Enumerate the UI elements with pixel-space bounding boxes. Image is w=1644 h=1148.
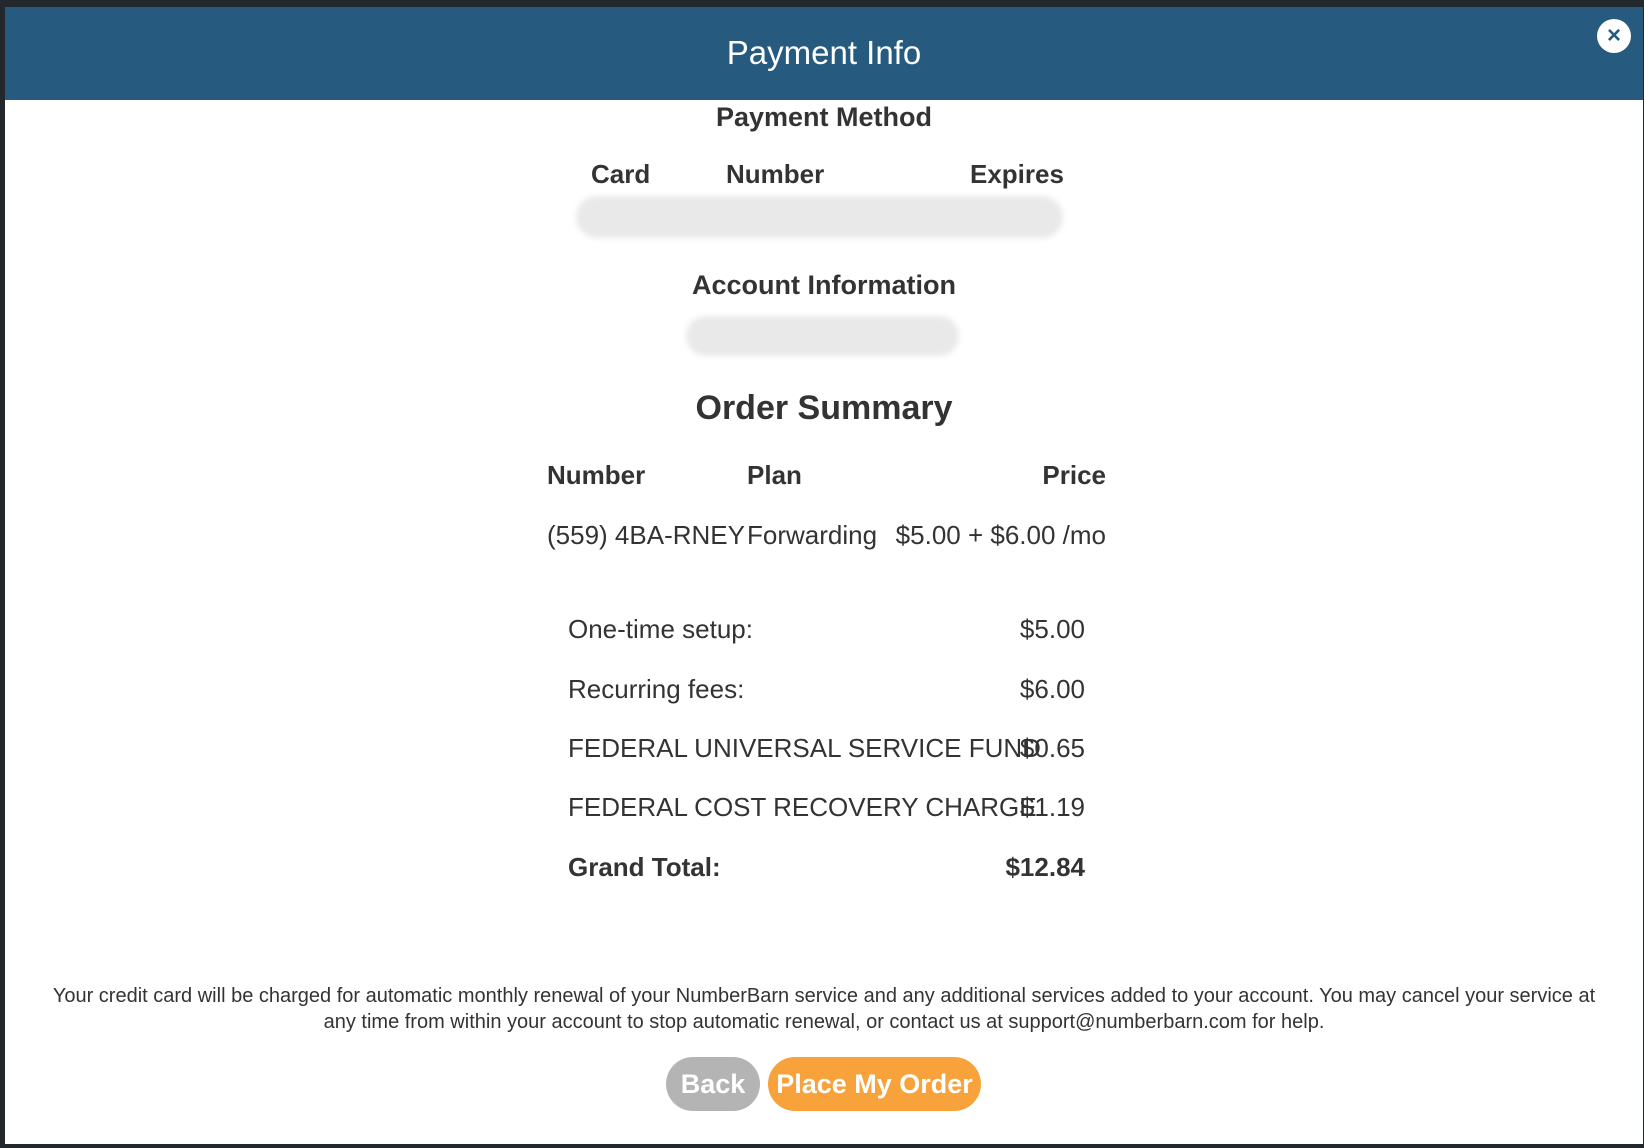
- price-column-header: Price: [1042, 460, 1106, 490]
- close-icon[interactable]: ×: [1597, 19, 1631, 53]
- redacted-account-details: [686, 316, 959, 356]
- card-column-header: Card: [591, 159, 651, 189]
- modal-header: Payment Info ×: [5, 7, 1643, 100]
- recurring-fees-value: $6.00: [1019, 674, 1085, 704]
- grand-total-label: Grand Total:: [568, 852, 721, 882]
- payment-method-heading: Payment Method: [715, 102, 933, 132]
- order-summary-heading: Order Summary: [695, 389, 953, 427]
- auto-renewal-disclaimer: Your credit card will be charged for aut…: [52, 985, 1596, 1033]
- plan-column-header: Plan: [747, 460, 802, 490]
- order-row-number: (559) 4BA-RNEY: [547, 520, 745, 550]
- back-button[interactable]: Back: [666, 1057, 760, 1111]
- one-time-setup-value: $5.00: [1019, 614, 1085, 644]
- account-information-heading: Account Information: [692, 270, 956, 300]
- recurring-fees-label: Recurring fees:: [568, 674, 745, 704]
- cost-recovery-charge-value: $1.19: [1019, 792, 1085, 822]
- expires-column-header: Expires: [970, 159, 1064, 189]
- universal-service-fund-value: $0.65: [1019, 733, 1085, 763]
- payment-info-modal: Payment Info × Payment Method Card Numbe…: [5, 7, 1643, 1144]
- grand-total-value: $12.84: [1005, 852, 1085, 882]
- number-column-header: Number: [726, 159, 825, 189]
- place-order-button[interactable]: Place My Order: [768, 1057, 981, 1111]
- order-row-plan: Forwarding: [747, 520, 878, 550]
- order-number-column-header: Number: [547, 460, 646, 490]
- modal-title: Payment Info: [726, 34, 922, 71]
- one-time-setup-label: One-time setup:: [568, 614, 753, 644]
- redacted-card-details: [576, 196, 1063, 238]
- order-row-price: $5.00 + $6.00 /mo: [895, 520, 1106, 550]
